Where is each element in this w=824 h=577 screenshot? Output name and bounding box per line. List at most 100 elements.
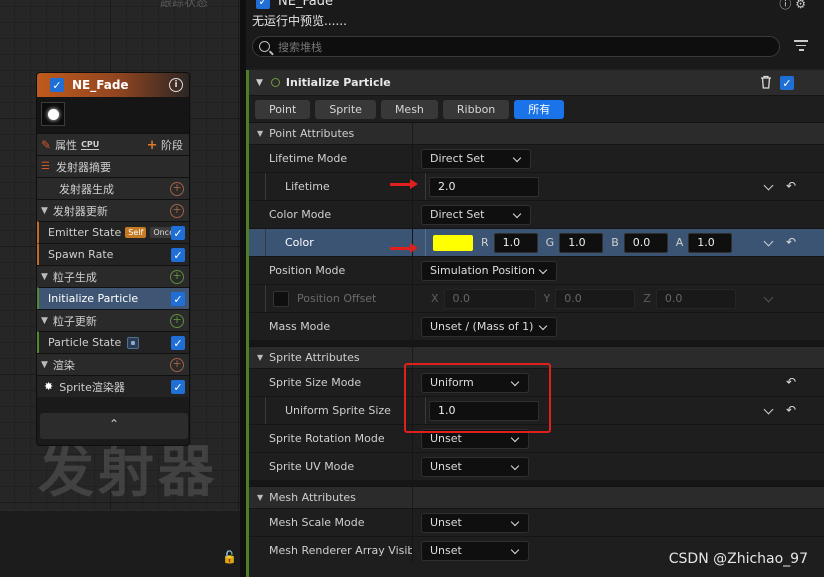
stack-module[interactable]: Particle State ✓ bbox=[37, 331, 189, 353]
properties-label: 属性 bbox=[55, 138, 78, 152]
filter-icon[interactable] bbox=[794, 40, 808, 54]
mesh-scale-mode-dropdown[interactable]: Unset bbox=[421, 512, 529, 533]
tab-0[interactable]: Point bbox=[255, 99, 311, 119]
module-label: Initialize Particle bbox=[48, 292, 139, 305]
property-name: Sprite Rotation Mode bbox=[249, 425, 413, 452]
module-badge: Self bbox=[125, 227, 147, 238]
add-stage-button[interactable]: + 阶段 bbox=[147, 137, 183, 153]
emitter-header-checkbox[interactable]: ✓ bbox=[256, 0, 270, 9]
stack-section[interactable]: ▼ 渲染 + bbox=[37, 353, 189, 375]
mesh-renderer-array-dropdown[interactable]: Unset bbox=[421, 540, 529, 561]
gear-icon[interactable]: ⚙ bbox=[795, 0, 806, 11]
position-mode-dropdown[interactable]: Simulation Position bbox=[421, 260, 557, 281]
color-swatch[interactable] bbox=[433, 234, 473, 251]
tab-3[interactable]: Ribbon bbox=[442, 99, 510, 119]
module-status-icon bbox=[270, 78, 280, 87]
axis-label-z: Z bbox=[643, 292, 651, 305]
tab-2[interactable]: Mesh bbox=[380, 99, 438, 119]
emitter-node[interactable]: ✓ NE_Fade i ✎ 属性 CPU + 阶段 ☰ 发射器摘要 发射器生成 + ▼ 发… bbox=[36, 72, 190, 446]
axis-label-r: R bbox=[481, 236, 489, 249]
niagara-graph-canvas[interactable]: 跟踪状态 发射器 ✓ NE_Fade i ✎ 属性 CPU + 阶段 ☰ 发射器摘… bbox=[0, 0, 240, 577]
color-a-field[interactable]: 1.0 bbox=[688, 232, 733, 253]
module-label: Particle State bbox=[48, 336, 122, 349]
emitter-thumbnail[interactable] bbox=[41, 102, 65, 126]
position-y-field[interactable]: 0.0 bbox=[555, 288, 636, 309]
lock-icon[interactable]: 🔓 bbox=[222, 550, 237, 564]
particle-preview-icon bbox=[47, 108, 59, 120]
reset-icon[interactable]: ↶ bbox=[786, 236, 796, 248]
module-enabled-checkbox[interactable]: ✓ bbox=[171, 380, 185, 394]
module-label: Sprite渲染器 bbox=[59, 380, 125, 394]
point-attributes-section[interactable]: ▼ Point Attributes bbox=[249, 122, 824, 144]
search-icon bbox=[259, 41, 270, 52]
color-r-field[interactable]: 1.0 bbox=[493, 232, 538, 253]
cpu-badge: CPU bbox=[81, 139, 100, 150]
emitter-enabled-checkbox[interactable]: ✓ bbox=[50, 78, 64, 92]
stack-module[interactable]: Spawn Rate ✓ bbox=[37, 243, 189, 265]
tab-1[interactable]: Sprite bbox=[315, 99, 376, 119]
tab-4[interactable]: 所有 bbox=[514, 99, 565, 119]
add-module-icon[interactable]: + bbox=[170, 358, 184, 372]
color-g-field[interactable]: 1.0 bbox=[559, 232, 604, 253]
position-x-field[interactable]: 0.0 bbox=[443, 288, 536, 309]
property-name: Sprite Size Mode bbox=[249, 369, 413, 396]
add-module-icon[interactable]: + bbox=[170, 314, 184, 328]
stack-module[interactable]: ✸ Sprite渲染器 ✓ bbox=[37, 375, 189, 397]
module-type-icon bbox=[127, 336, 140, 349]
stack-module[interactable]: Initialize Particle ✓ bbox=[37, 287, 189, 309]
module-enabled-checkbox[interactable]: ✓ bbox=[171, 248, 185, 262]
property-name: Sprite UV Mode bbox=[249, 453, 413, 480]
section-label: 渲染 bbox=[52, 358, 75, 372]
add-module-icon[interactable]: + bbox=[170, 204, 184, 218]
reset-icon[interactable]: ↶ bbox=[786, 404, 796, 416]
emitter-properties-row[interactable]: ✎ 属性 CPU + 阶段 bbox=[37, 133, 189, 155]
stack-section[interactable]: ☰ 发射器摘要 bbox=[37, 155, 189, 177]
color-b-field[interactable]: 0.0 bbox=[623, 232, 668, 253]
position-z-field[interactable]: 0.0 bbox=[655, 288, 736, 309]
module-enabled-checkbox[interactable]: ✓ bbox=[780, 76, 794, 90]
stack-section[interactable]: ▼ 发射器更新 + bbox=[37, 199, 189, 221]
mesh-attributes-section[interactable]: ▼ Mesh Attributes bbox=[249, 486, 824, 508]
stack-module[interactable]: Emitter State Self Once ✓ bbox=[37, 221, 189, 243]
stack-section[interactable]: 发射器生成 + bbox=[37, 177, 189, 199]
initialize-particle-module: ▼ Initialize Particle ✓ Point Sprite Mesh R… bbox=[246, 70, 824, 577]
emitter-label: ✓ NE_Fade bbox=[256, 0, 333, 9]
info-icon[interactable]: i bbox=[169, 78, 183, 92]
position-offset-checkbox[interactable] bbox=[273, 290, 289, 307]
module-enabled-checkbox[interactable]: ✓ bbox=[171, 226, 185, 240]
add-module-icon[interactable]: + bbox=[170, 270, 184, 284]
info-icon[interactable]: ⓘ bbox=[779, 0, 791, 11]
stack-search-input[interactable]: 搜索堆栈 bbox=[252, 36, 780, 57]
module-header[interactable]: ▼ Initialize Particle ✓ bbox=[249, 70, 824, 96]
lifetime-mode-dropdown[interactable]: Direct Set bbox=[421, 148, 531, 169]
module-label: Spawn Rate bbox=[48, 248, 114, 261]
color-row[interactable]: Color R 1.0 G 1.0 B 0.0 A 1.0 ↶ bbox=[249, 228, 824, 256]
axis-label-b: B bbox=[611, 236, 619, 249]
sprite-uv-mode-row: Sprite UV Mode Unset bbox=[249, 452, 824, 480]
attribute-filter-tabs: Point Sprite Mesh Ribbon 所有 bbox=[249, 96, 824, 122]
property-name: Lifetime Mode bbox=[249, 145, 413, 172]
module-enabled-checkbox[interactable]: ✓ bbox=[171, 336, 185, 350]
add-module-icon[interactable]: + bbox=[170, 182, 184, 196]
sprite-uv-mode-dropdown[interactable]: Unset bbox=[421, 456, 529, 477]
stack-section[interactable]: ▼ 粒子生成 + bbox=[37, 265, 189, 287]
color-mode-dropdown[interactable]: Direct Set bbox=[421, 204, 531, 225]
emitter-name: NE_Fade bbox=[278, 0, 333, 9]
lifetime-field[interactable]: 2.0 bbox=[429, 176, 539, 197]
module-title: Initialize Particle bbox=[285, 76, 391, 89]
collapse-arrow-icon[interactable]: ▼ bbox=[256, 78, 263, 88]
expand-node-button[interactable]: ⌃ bbox=[40, 413, 188, 439]
emitter-node-header[interactable]: ✓ NE_Fade i bbox=[37, 73, 189, 97]
section-label: 发射器生成 bbox=[59, 182, 114, 196]
trash-icon[interactable] bbox=[760, 75, 772, 89]
annotation-arrow-color bbox=[390, 243, 418, 253]
reset-icon[interactable]: ↶ bbox=[786, 180, 796, 192]
axis-label-a: A bbox=[675, 236, 684, 249]
stack-section[interactable]: ▼ 粒子更新 + bbox=[37, 309, 189, 331]
reset-icon[interactable]: ↶ bbox=[786, 376, 796, 388]
module-enabled-checkbox[interactable]: ✓ bbox=[171, 292, 185, 306]
mass-mode-dropdown[interactable]: Unset / (Mass of 1) bbox=[421, 316, 557, 337]
pencil-icon: ✎ bbox=[41, 137, 52, 152]
property-name: Mesh Renderer Array Visibi bbox=[249, 537, 413, 564]
property-name: Color bbox=[249, 229, 413, 256]
